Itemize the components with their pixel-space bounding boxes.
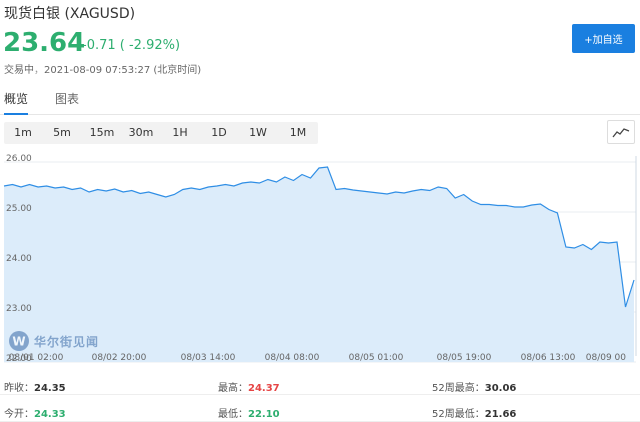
stat-prev-close: 昨收：24.35 xyxy=(4,383,66,394)
x-tick-label: 08/03 14:00 xyxy=(181,353,236,363)
tab-overview[interactable]: 概览 xyxy=(4,90,29,115)
stats-divider xyxy=(0,394,640,395)
y-tick-label: 25.00 xyxy=(6,204,32,214)
stat-52w-low: 52周最低：21.66 xyxy=(432,409,517,420)
tab-chart[interactable]: 图表 xyxy=(55,90,79,113)
stat-value: 30.06 xyxy=(484,383,517,394)
trading-status: 交易中，2021-08-09 07:53:27 (北京时间) xyxy=(4,65,202,76)
stat-52w-high: 52周最高：30.06 xyxy=(432,383,517,394)
stat-high: 最高：24.37 xyxy=(218,383,280,394)
tab-bar: 概览 图表 xyxy=(0,90,640,115)
x-tick-label: 08/04 08:00 xyxy=(265,353,320,363)
stats-panel: 昨收：24.35 最高：24.37 52周最高：30.06 今开：24.33 最… xyxy=(0,370,640,422)
watermark: W 华尔街见闻 xyxy=(8,330,99,352)
stat-open: 今开：24.33 xyxy=(4,409,66,420)
x-tick-label: 08/02 20:00 xyxy=(92,353,147,363)
stat-value: 24.35 xyxy=(34,383,66,394)
chart-type-toggle[interactable] xyxy=(607,120,635,144)
stat-value: 21.66 xyxy=(484,409,517,420)
x-tick-label: 08/05 19:00 xyxy=(437,353,492,363)
period-1h[interactable]: 1H xyxy=(160,122,200,144)
y-tick-label: 26.00 xyxy=(6,154,32,164)
watermark-text: 华尔街见闻 xyxy=(34,334,100,349)
brand-logo-icon: W xyxy=(9,331,29,351)
x-tick-label: 08/01 02:00 xyxy=(9,353,64,363)
period-1m[interactable]: 1m xyxy=(4,122,42,144)
line-chart-icon xyxy=(612,128,630,138)
x-tick-label: 08/06 13:00 xyxy=(521,353,576,363)
y-tick-label: 24.00 xyxy=(6,254,32,264)
price-change: -0.71 ( -2.92%) xyxy=(82,38,181,53)
stat-value: 22.10 xyxy=(248,409,280,420)
period-30m[interactable]: 30m xyxy=(122,122,160,144)
x-tick-label: 08/05 01:00 xyxy=(349,353,404,363)
stat-value: 24.33 xyxy=(34,409,66,420)
svg-text:W: W xyxy=(12,335,25,349)
instrument-title: 现货白银 (XAGUSD) xyxy=(4,6,136,22)
stat-value: 24.37 xyxy=(248,383,280,394)
x-axis-ticks: 08/01 02:00 08/02 20:00 08/03 14:00 08/04 0… xyxy=(9,353,627,363)
add-to-watchlist-button[interactable]: +加自选 xyxy=(572,24,635,53)
period-1d[interactable]: 1D xyxy=(200,122,238,144)
period-5m[interactable]: 5m xyxy=(42,122,82,144)
status-label: 交易中 xyxy=(4,65,34,76)
period-1m-month[interactable]: 1M xyxy=(278,122,318,144)
status-timestamp: 2021-08-09 07:53:27 (北京时间) xyxy=(44,65,202,76)
current-price: 23.64 xyxy=(3,28,86,58)
stat-low: 最低：22.10 xyxy=(218,409,280,420)
period-selector: 1m 5m 15m 30m 1H 1D 1W 1M xyxy=(4,122,318,144)
period-15m[interactable]: 15m xyxy=(82,122,122,144)
period-1w[interactable]: 1W xyxy=(238,122,278,144)
x-tick-label: 08/09 00 xyxy=(586,353,627,363)
y-tick-label: 23.00 xyxy=(6,304,32,314)
